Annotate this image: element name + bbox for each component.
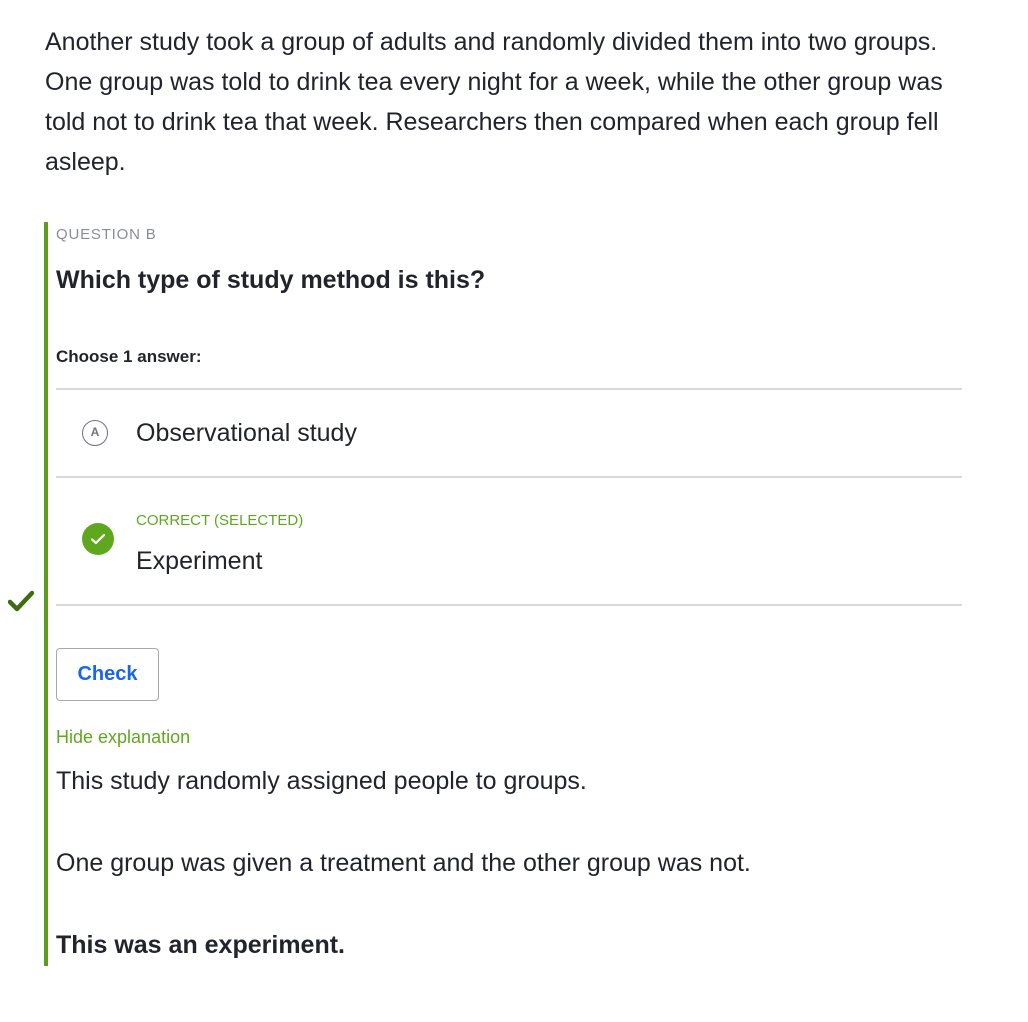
- choice-b[interactable]: CORRECT (SELECTED) Experiment: [56, 478, 962, 604]
- explanation-text: One group was given a treatment and the …: [56, 849, 751, 877]
- question-title: Which type of study method is this?: [56, 266, 486, 294]
- choice-a[interactable]: A Observational study: [56, 390, 962, 476]
- choice-b-text: Experiment: [136, 547, 263, 575]
- question-panel: QUESTION B Which type of study method is…: [44, 222, 968, 966]
- choose-answer-label: Choose 1 answer:: [56, 347, 202, 366]
- check-button[interactable]: Check: [56, 648, 159, 701]
- checkmark-icon: [8, 590, 34, 612]
- choice-a-text: Observational study: [136, 419, 357, 447]
- choice-divider: [56, 604, 962, 606]
- hide-explanation-link[interactable]: Hide explanation: [56, 727, 190, 748]
- choice-letter-a: A: [82, 420, 108, 446]
- check-circle-icon: [82, 523, 114, 555]
- explanation-conclusion: This was an experiment.: [56, 931, 345, 959]
- question-passage: Another study took a group of adults and…: [45, 28, 943, 176]
- question-label: QUESTION B: [56, 226, 157, 243]
- choice-status-label: CORRECT (SELECTED): [136, 512, 304, 529]
- explanation-text: This study randomly assigned people to g…: [56, 767, 587, 795]
